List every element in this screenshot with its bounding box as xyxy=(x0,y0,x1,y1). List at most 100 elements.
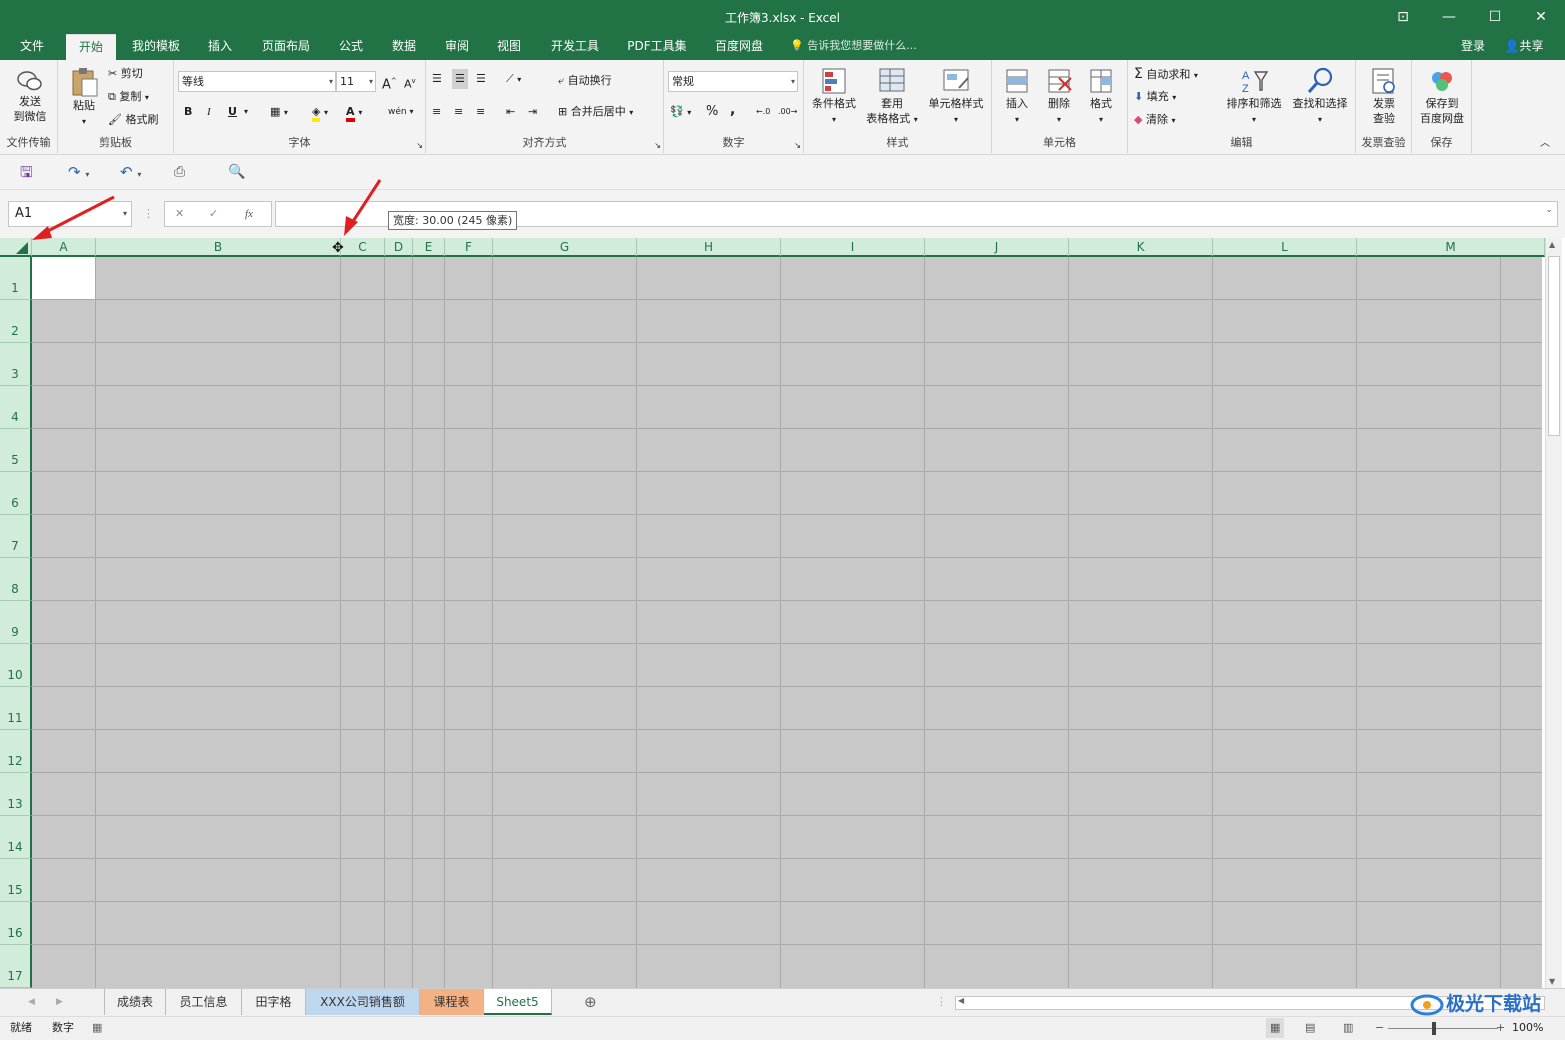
delete-cells-button[interactable]: 删除 ▾ xyxy=(1038,66,1080,127)
underline-dropdown[interactable]: ▾ xyxy=(244,102,248,122)
row-header-8[interactable]: 8 xyxy=(0,558,32,601)
number-format-combo[interactable]: 常规 ▾ xyxy=(668,71,798,92)
tab-view[interactable]: 视图 xyxy=(488,34,530,60)
phonetic-button[interactable]: wén ▾ xyxy=(388,102,414,122)
tab-formulas[interactable]: 公式 xyxy=(330,34,372,60)
tab-file[interactable]: 文件 xyxy=(10,34,54,60)
grow-font-button[interactable]: A^ xyxy=(382,71,397,92)
conditional-formatting-button[interactable]: 条件格式 ▾ xyxy=(808,66,860,127)
sheet-tab-sheet5[interactable]: Sheet5 xyxy=(484,989,552,1015)
column-header-m[interactable]: M xyxy=(1357,238,1545,257)
format-painter-button[interactable]: 🖌 格式刷 xyxy=(108,110,158,130)
align-middle-button[interactable]: ☰ xyxy=(452,69,468,89)
comma-button[interactable]: , xyxy=(730,100,735,120)
ribbon-display-options-button[interactable]: ⊡ xyxy=(1391,6,1415,28)
cells-area[interactable] xyxy=(32,257,1542,988)
merge-center-button[interactable]: ⊞ 合并后居中 ▾ xyxy=(558,102,633,122)
sheet-tab-scores[interactable]: 成绩表 xyxy=(104,989,166,1015)
sheet-tab-sales[interactable]: XXX公司销售额 xyxy=(306,989,420,1015)
clear-button[interactable]: ◆ 清除 ▾ xyxy=(1134,110,1175,130)
tab-review[interactable]: 审阅 xyxy=(436,34,478,60)
tab-insert[interactable]: 插入 xyxy=(198,34,242,60)
row-header-1[interactable]: 1 xyxy=(0,257,32,300)
minimize-button[interactable]: — xyxy=(1437,6,1461,28)
row-header-6[interactable]: 6 xyxy=(0,472,32,515)
formula-bar-splitter[interactable]: ⋮ xyxy=(143,204,154,224)
fill-color-button[interactable]: ◈ ▾ xyxy=(312,102,328,122)
invoice-check-button[interactable]: 发票 查验 xyxy=(1360,66,1408,126)
print-preview-icon[interactable]: ⎙ xyxy=(174,162,185,182)
font-name-combo[interactable]: 等线 ▾ xyxy=(178,71,336,92)
column-header-b[interactable]: B xyxy=(96,238,341,257)
next-sheet-icon[interactable]: ▶ xyxy=(56,992,63,1012)
cancel-entry-icon[interactable]: ✕ xyxy=(175,204,184,224)
undo-icon[interactable]: ↶ ▾ xyxy=(120,162,141,182)
send-to-wechat-button[interactable]: 发送 到微信 xyxy=(6,68,54,124)
sheet-tab-timetable[interactable]: 课程表 xyxy=(420,989,484,1015)
column-header-g[interactable]: G xyxy=(493,238,637,257)
increase-indent-button[interactable]: ⇥ xyxy=(528,102,537,122)
italic-button[interactable]: I xyxy=(207,102,211,122)
tab-my-templates[interactable]: 我的模板 xyxy=(124,34,188,60)
row-header-17[interactable]: 17 xyxy=(0,945,32,988)
font-dialog-launcher[interactable]: ↘ xyxy=(416,140,423,152)
row-header-10[interactable]: 10 xyxy=(0,644,32,687)
add-sheet-icon[interactable]: ⊕ xyxy=(584,992,597,1012)
align-bottom-button[interactable]: ☰ xyxy=(476,69,486,89)
close-button[interactable]: ✕ xyxy=(1529,6,1553,28)
decrease-decimal-button[interactable]: .00→ xyxy=(778,102,797,122)
tab-home[interactable]: 开始 xyxy=(66,34,116,60)
tab-baidu-netdisk[interactable]: 百度网盘 xyxy=(704,34,774,60)
alignment-dialog-launcher[interactable]: ↘ xyxy=(654,140,661,152)
accounting-format-button[interactable]: 💱 ▾ xyxy=(670,102,691,122)
row-header-14[interactable]: 14 xyxy=(0,816,32,859)
confirm-entry-icon[interactable]: ✓ xyxy=(209,204,218,224)
login-link[interactable]: 登录 xyxy=(1452,34,1494,60)
maximize-button[interactable]: ☐ xyxy=(1483,6,1507,28)
tab-page-layout[interactable]: 页面布局 xyxy=(252,34,320,60)
insert-function-icon[interactable]: fx xyxy=(245,204,253,224)
align-left-button[interactable]: ≡ xyxy=(432,102,441,122)
format-as-table-button[interactable]: 套用 表格格式 ▾ xyxy=(862,66,922,127)
align-right-button[interactable]: ≡ xyxy=(476,102,485,122)
underline-button[interactable]: U xyxy=(228,102,237,122)
percent-button[interactable]: % xyxy=(706,102,718,122)
row-header-16[interactable]: 16 xyxy=(0,902,32,945)
insert-cells-button[interactable]: 插入 ▾ xyxy=(996,66,1038,127)
borders-button[interactable]: ▦ ▾ xyxy=(270,102,288,122)
copy-button[interactable]: ⧉ 复制 ▾ xyxy=(108,87,149,107)
row-header-4[interactable]: 4 xyxy=(0,386,32,429)
column-header-k[interactable]: K xyxy=(1069,238,1213,257)
increase-decimal-button[interactable]: ←.0 xyxy=(756,102,770,122)
wrap-text-button[interactable]: ⤶ 自动换行 xyxy=(558,71,612,91)
column-header-h[interactable]: H xyxy=(637,238,781,257)
page-break-view-icon[interactable]: ▥ xyxy=(1343,1018,1353,1038)
orientation-button[interactable]: ⟋ ▾ xyxy=(506,69,521,89)
expand-formula-icon[interactable]: ⌄ xyxy=(1545,205,1553,215)
column-header-d[interactable]: D xyxy=(385,238,413,257)
row-header-2[interactable]: 2 xyxy=(0,300,32,343)
column-header-j[interactable]: J xyxy=(925,238,1069,257)
paste-button[interactable]: 粘贴 ▾ xyxy=(66,66,102,129)
scroll-up-icon[interactable]: ▲ xyxy=(1549,240,1555,249)
tab-data[interactable]: 数据 xyxy=(382,34,426,60)
normal-view-icon[interactable]: ▦ xyxy=(1266,1018,1285,1038)
zoom-out-button[interactable]: − xyxy=(1375,1018,1384,1038)
cut-button[interactable]: ✂ 剪切 xyxy=(108,64,143,84)
column-header-i[interactable]: I xyxy=(781,238,925,257)
redo-icon[interactable]: ↷ ▾ xyxy=(68,162,89,182)
save-icon[interactable]: 🖫 xyxy=(20,162,33,182)
sort-filter-button[interactable]: AZ 排序和筛选 ▾ xyxy=(1222,66,1286,127)
column-header-e[interactable]: E xyxy=(413,238,445,257)
save-to-baidu-button[interactable]: 保存到 百度网盘 xyxy=(1414,66,1470,126)
tell-me-box[interactable]: 💡 告诉我您想要做什么... xyxy=(790,34,917,60)
row-header-7[interactable]: 7 xyxy=(0,515,32,558)
column-header-f[interactable]: F xyxy=(445,238,493,257)
page-preview-icon[interactable]: 🔍 xyxy=(228,162,245,182)
collapse-ribbon-button[interactable]: ︿ xyxy=(1540,134,1550,154)
tab-pdf-tools[interactable]: PDF工具集 xyxy=(620,34,694,60)
row-header-5[interactable]: 5 xyxy=(0,429,32,472)
row-header-13[interactable]: 13 xyxy=(0,773,32,816)
decrease-indent-button[interactable]: ⇤ xyxy=(506,102,515,122)
autosum-button[interactable]: Σ 自动求和 ▾ xyxy=(1134,64,1198,84)
